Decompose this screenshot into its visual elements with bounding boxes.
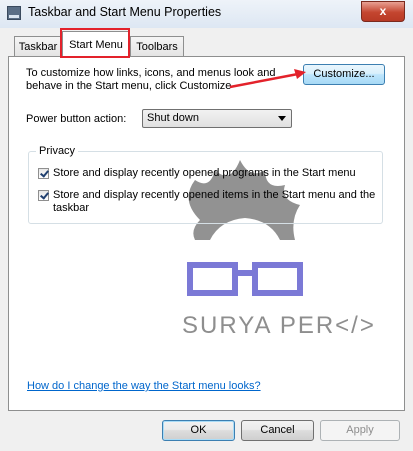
close-button[interactable]: x — [361, 1, 405, 22]
power-button-select[interactable]: Shut down — [142, 109, 292, 128]
tab-taskbar[interactable]: Taskbar — [14, 36, 62, 57]
privacy-title: Privacy — [36, 145, 79, 157]
recent-items-checkbox[interactable] — [38, 190, 49, 201]
window-title: Taskbar and Start Menu Properties — [28, 5, 222, 19]
recent-programs-label: Store and display recently opened progra… — [53, 167, 356, 179]
power-button-value: Shut down — [147, 112, 199, 124]
apply-button[interactable]: Apply — [320, 420, 400, 441]
power-button-label: Power button action: — [26, 113, 127, 125]
window-icon — [7, 6, 21, 20]
recent-programs-checkbox[interactable] — [38, 168, 49, 179]
customize-button[interactable]: Customize... — [303, 64, 385, 85]
tab-highlight-annotation — [60, 28, 130, 58]
tab-toolbars[interactable]: Toolbars — [130, 36, 184, 57]
cancel-button[interactable]: Cancel — [241, 420, 314, 441]
title-bar: Taskbar and Start Menu Properties x — [0, 0, 413, 28]
watermark-text: SURYA PER</> — [182, 312, 376, 339]
help-link[interactable]: How do I change the way the Start menu l… — [27, 380, 261, 392]
recent-items-label: Store and display recently opened items … — [53, 189, 376, 214]
ok-button[interactable]: OK — [162, 420, 235, 441]
red-arrow-annotation — [229, 69, 306, 89]
chevron-down-icon — [278, 116, 286, 121]
